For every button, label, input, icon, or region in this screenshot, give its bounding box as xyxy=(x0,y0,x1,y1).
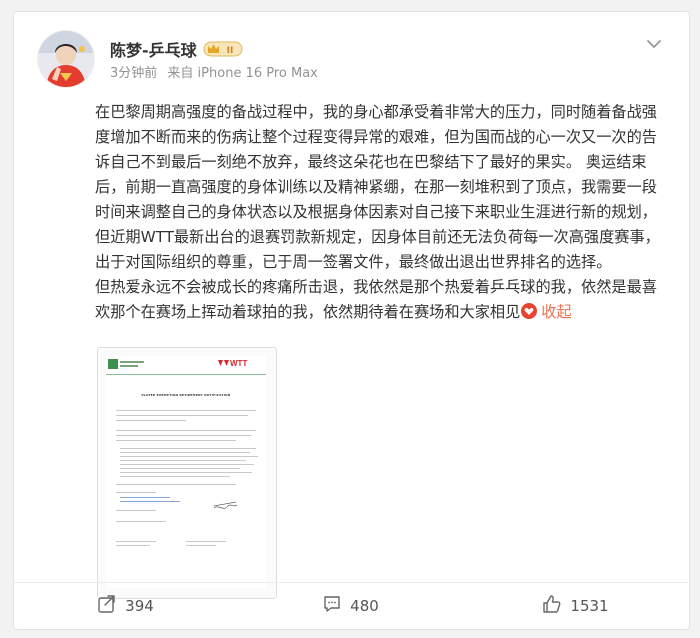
comment-count: 480 xyxy=(350,597,379,615)
collapse-link[interactable]: 收起 xyxy=(541,303,571,321)
document-line xyxy=(120,456,258,457)
post-body: 在巴黎周期高强度的备战过程中，我的身心都承受着非常大的压力，同时随着备战强度增加… xyxy=(95,100,670,328)
document-image[interactable]: WTT PLAYER EXEMPTION RETIREMENT NOTIFICA… xyxy=(97,347,277,599)
document-line xyxy=(116,440,236,441)
document-line xyxy=(186,541,226,542)
document-line xyxy=(116,420,186,421)
repost-button[interactable]: 394 xyxy=(13,583,238,629)
document-line xyxy=(120,472,252,473)
author-name[interactable]: 陈梦-乒乓球 xyxy=(110,37,197,61)
document-line xyxy=(120,464,254,465)
post-paragraph-1: 在巴黎周期高强度的备战过程中，我的身心都承受着非常大的压力，同时随着备战强度增加… xyxy=(95,103,660,271)
post-paragraph-2: 但热爱永远不会被成长的疼痛所击退，我依然是那个热爱着乒乓球的我，依然是最喜欢那个… xyxy=(95,275,670,328)
post-source: 来自 iPhone 16 Pro Max xyxy=(167,66,318,81)
document-line xyxy=(116,415,248,416)
document-line xyxy=(120,448,256,449)
document-line xyxy=(120,460,246,461)
post-meta: 3分钟前 来自 iPhone 16 Pro Max xyxy=(110,62,324,81)
avatar[interactable] xyxy=(37,30,95,88)
document-line xyxy=(116,484,236,485)
document-line xyxy=(120,452,250,453)
post-paragraph-2-text: 但热爱永远不会被成长的疼痛所击退，我依然是那个热爱着乒乓球的我，依然是最喜欢那个… xyxy=(95,278,657,321)
like-button[interactable]: 1531 xyxy=(463,583,688,629)
wtt-logo-text: WTT xyxy=(230,359,248,368)
document-page: WTT PLAYER EXEMPTION RETIREMENT NOTIFICA… xyxy=(106,356,266,588)
document-line xyxy=(116,521,166,522)
thumbs-up-icon xyxy=(542,594,562,618)
vip-badge-icon[interactable]: II xyxy=(203,40,243,58)
document-line xyxy=(116,435,251,436)
document-line xyxy=(116,510,156,511)
document-line xyxy=(116,541,156,542)
document-title: PLAYER EXEMPTION RETIREMENT NOTIFICATION xyxy=(141,393,231,397)
document-line xyxy=(120,468,240,469)
comment-icon xyxy=(322,594,342,618)
document-line xyxy=(116,410,256,411)
comment-button[interactable]: 480 xyxy=(238,583,463,629)
author-row: 陈梦-乒乓球 II xyxy=(110,37,243,61)
weibo-post-card: 陈梦-乒乓球 II 3分钟前 来自 iPhone 16 Pro Max 在巴黎周… xyxy=(13,11,690,630)
vip-badge-text: II xyxy=(226,46,233,56)
like-count: 1531 xyxy=(570,597,609,615)
share-icon xyxy=(97,594,117,618)
document-line xyxy=(116,545,150,546)
document-line xyxy=(116,492,156,493)
repost-count: 394 xyxy=(125,597,154,615)
action-bar: 394 480 1531 xyxy=(13,582,688,629)
document-line xyxy=(120,501,180,502)
document-line xyxy=(186,545,216,546)
document-line xyxy=(120,497,170,498)
chevron-down-icon[interactable] xyxy=(643,34,665,54)
post-time[interactable]: 3分钟前 xyxy=(110,66,157,81)
heart-emoji-icon xyxy=(520,302,538,328)
document-line xyxy=(116,430,256,431)
document-line xyxy=(120,476,230,477)
